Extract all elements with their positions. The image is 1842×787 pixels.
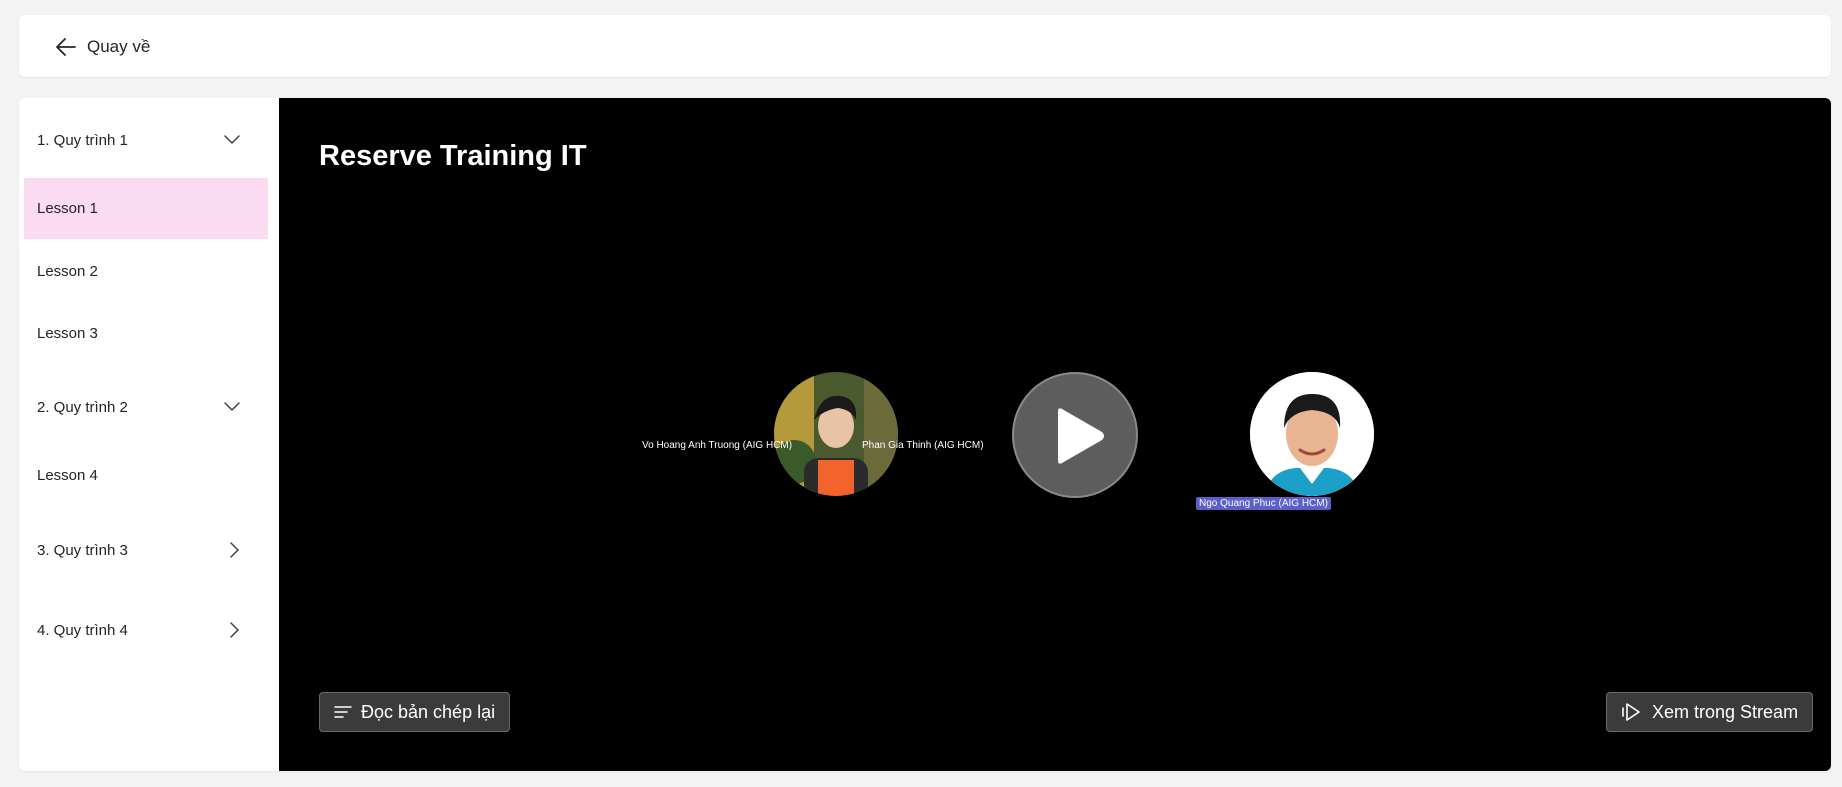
lesson-1-item[interactable]: Lesson 1: [24, 178, 268, 239]
chevron-down-icon: [224, 135, 240, 144]
participant-avatar: [1250, 372, 1374, 496]
section-label: 1. Quy trình 1: [37, 131, 128, 149]
watch-in-stream-label: Xem trong Stream: [1652, 701, 1799, 722]
participant-avatar: [774, 372, 898, 496]
chevron-right-icon: [230, 542, 239, 558]
lesson-label: Lesson 2: [37, 263, 98, 280]
lesson-4-item[interactable]: Lesson 4: [24, 445, 268, 506]
lesson-3-item[interactable]: Lesson 3: [24, 303, 268, 364]
section-quy-trinh-4[interactable]: 4. Quy trình 4: [24, 610, 268, 650]
video-title: Reserve Training IT: [319, 140, 587, 172]
lesson-2-item[interactable]: Lesson 2: [24, 241, 268, 302]
section-quy-trinh-1[interactable]: 1. Quy trình 1: [24, 120, 268, 160]
chevron-right-icon: [230, 622, 239, 638]
participant-name: Vo Hoang Anh Truong (AIG HCM): [642, 440, 793, 451]
back-button[interactable]: Quay về: [55, 33, 150, 61]
read-transcript-button[interactable]: Đọc bản chép lại: [319, 692, 511, 732]
watch-in-stream-button[interactable]: Xem trong Stream: [1606, 692, 1814, 732]
play-icon: [1058, 408, 1104, 464]
stream-play-icon: [1622, 703, 1640, 721]
arrow-left-icon: [56, 38, 76, 56]
chevron-down-icon: [224, 402, 240, 411]
transcript-lines-icon: [334, 706, 352, 718]
section-label: 3. Quy trình 3: [37, 541, 128, 559]
course-sidebar: 1. Quy trình 1 Lesson 1 Lesson 2 Lesson …: [19, 98, 279, 771]
read-transcript-label: Đọc bản chép lại: [361, 701, 496, 722]
top-bar: Quay về: [19, 15, 1831, 77]
lesson-label: Lesson 4: [37, 467, 98, 484]
participant-name: Phan Gia Thinh (AIG HCM): [862, 440, 984, 451]
content-panel: 1. Quy trình 1 Lesson 1 Lesson 2 Lesson …: [19, 98, 1831, 771]
section-label: 4. Quy trình 4: [37, 621, 128, 639]
lesson-label: Lesson 1: [37, 200, 98, 217]
play-button[interactable]: [1012, 372, 1138, 498]
section-quy-trinh-2[interactable]: 2. Quy trình 2: [24, 387, 268, 427]
video-player[interactable]: Reserve Training IT Vo Hoang Anh Truong …: [279, 98, 1831, 771]
participant-name-highlight: Ngo Quang Phuc (AIG HCM): [1196, 497, 1331, 510]
back-label: Quay về: [87, 37, 151, 56]
section-label: 2. Quy trình 2: [37, 398, 128, 416]
section-quy-trinh-3[interactable]: 3. Quy trình 3: [24, 530, 268, 570]
lesson-label: Lesson 3: [37, 325, 98, 342]
